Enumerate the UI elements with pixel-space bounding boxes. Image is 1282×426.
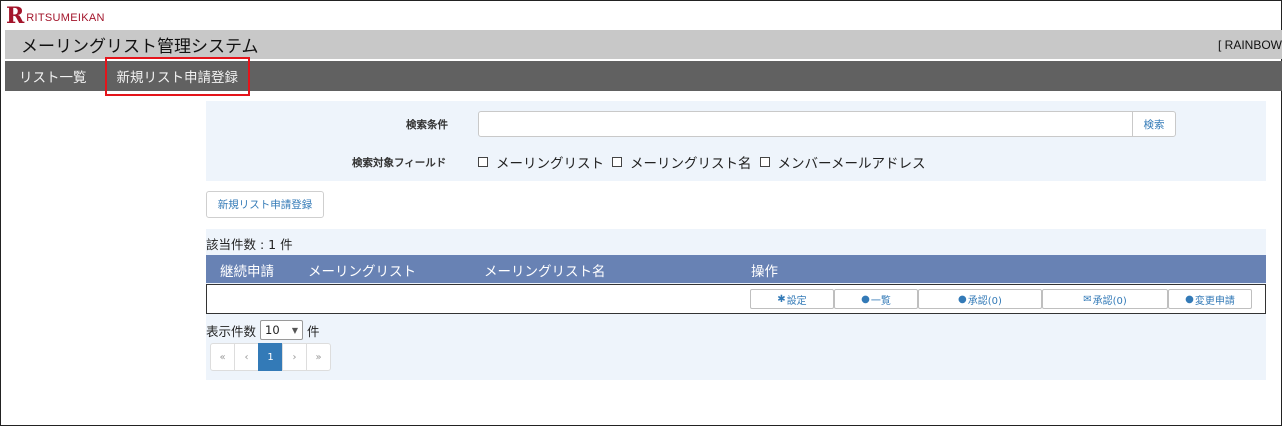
- user-tag: [ RAINBOW: [1217, 37, 1282, 52]
- logo-text: RITSUMEIKAN: [26, 12, 105, 24]
- app-title: メーリングリスト管理システム: [21, 37, 259, 57]
- search-panel: 検索条件 検索 検索対象フィールド メーリングリスト メーリングリスト名 メンバ…: [206, 101, 1266, 181]
- page-1-button[interactable]: 1: [258, 343, 283, 371]
- search-button[interactable]: 検索: [1132, 111, 1176, 137]
- search-fields: メーリングリスト メーリングリスト名 メンバーメールアドレス: [478, 152, 933, 172]
- table-header: 継続申請 メーリングリスト メーリングリスト名 操作: [206, 255, 1266, 283]
- display-count-select[interactable]: 10 ▼: [260, 320, 304, 340]
- search-condition-label: 検索条件: [406, 119, 448, 131]
- chevron-down-icon: ▼: [291, 325, 299, 335]
- new-request-button[interactable]: 新規リスト申請登録: [206, 191, 324, 218]
- member-list-label: 一覧: [870, 295, 891, 307]
- nav-item-new-request[interactable]: 新規リスト申請登録: [102, 61, 254, 91]
- result-count: 該当件数 : 1 件: [206, 237, 293, 252]
- field-checkbox-mailing-list-name[interactable]: メーリングリスト名: [612, 152, 752, 172]
- column-header-actions: 操作: [751, 264, 778, 280]
- display-count-label: 表示件数: [206, 323, 257, 339]
- checkbox-icon[interactable]: [759, 157, 770, 167]
- mail-approval-button[interactable]: ✉ 承認(0): [1042, 289, 1168, 309]
- user-edit-icon: ●: [1185, 293, 1194, 305]
- change-request-label: 変更申請: [1194, 295, 1235, 307]
- mail-approval-label: 承認(0): [1092, 295, 1127, 307]
- envelope-icon: ✉: [1083, 293, 1092, 305]
- column-header-mailing-list: メーリングリスト: [308, 264, 416, 280]
- page-prev-button[interactable]: ‹: [234, 343, 259, 371]
- title-bar: メーリングリスト管理システム [ RAINBOW: [5, 30, 1282, 59]
- field-label: メンバーメールアドレス: [777, 156, 926, 172]
- column-header-renewal: 継続申請: [220, 264, 274, 280]
- user-icon: ●: [861, 293, 870, 305]
- nav-item-list[interactable]: リスト一覧: [5, 61, 102, 91]
- results-panel: 該当件数 : 1 件 継続申請 メーリングリスト メーリングリスト名 操作 ✱ …: [206, 229, 1266, 380]
- field-label: メーリングリスト名: [630, 156, 752, 172]
- field-checkbox-mailing-list[interactable]: メーリングリスト: [478, 152, 604, 172]
- main-nav: リスト一覧 新規リスト申請登録: [5, 61, 1282, 91]
- pagination: « ‹ 1 › »: [210, 343, 331, 371]
- page-next-button[interactable]: ›: [282, 343, 307, 371]
- user-approval-label: 承認(0): [967, 295, 1002, 307]
- change-request-button[interactable]: ● 変更申請: [1168, 289, 1252, 309]
- display-count-value: 10: [265, 323, 280, 337]
- settings-button[interactable]: ✱ 設定: [750, 289, 834, 309]
- field-checkbox-member-email[interactable]: メンバーメールアドレス: [759, 152, 926, 172]
- column-header-mailing-list-name: メーリングリスト名: [484, 264, 606, 280]
- search-input[interactable]: [478, 111, 1133, 137]
- user-approval-button[interactable]: ● 承認(0): [918, 289, 1042, 309]
- user-icon: ●: [958, 293, 967, 305]
- page-last-button[interactable]: »: [306, 343, 331, 371]
- field-label: メーリングリスト: [496, 156, 604, 172]
- page-first-button[interactable]: «: [210, 343, 235, 371]
- search-fields-label: 検索対象フィールド: [352, 157, 447, 169]
- gear-icon: ✱: [777, 293, 786, 305]
- settings-label: 設定: [786, 295, 807, 307]
- logo: R RITSUMEIKAN: [6, 5, 105, 27]
- display-count: 表示件数 10 ▼ 件: [206, 320, 320, 340]
- checkbox-icon[interactable]: [612, 157, 622, 167]
- member-list-button[interactable]: ● 一覧: [834, 289, 918, 309]
- display-count-unit: 件: [307, 323, 320, 339]
- table-row: ✱ 設定 ● 一覧 ● 承認(0) ✉ 承認(0) ● 変更申請: [206, 284, 1266, 314]
- logo-mark: R: [6, 3, 25, 29]
- checkbox-icon[interactable]: [478, 157, 488, 167]
